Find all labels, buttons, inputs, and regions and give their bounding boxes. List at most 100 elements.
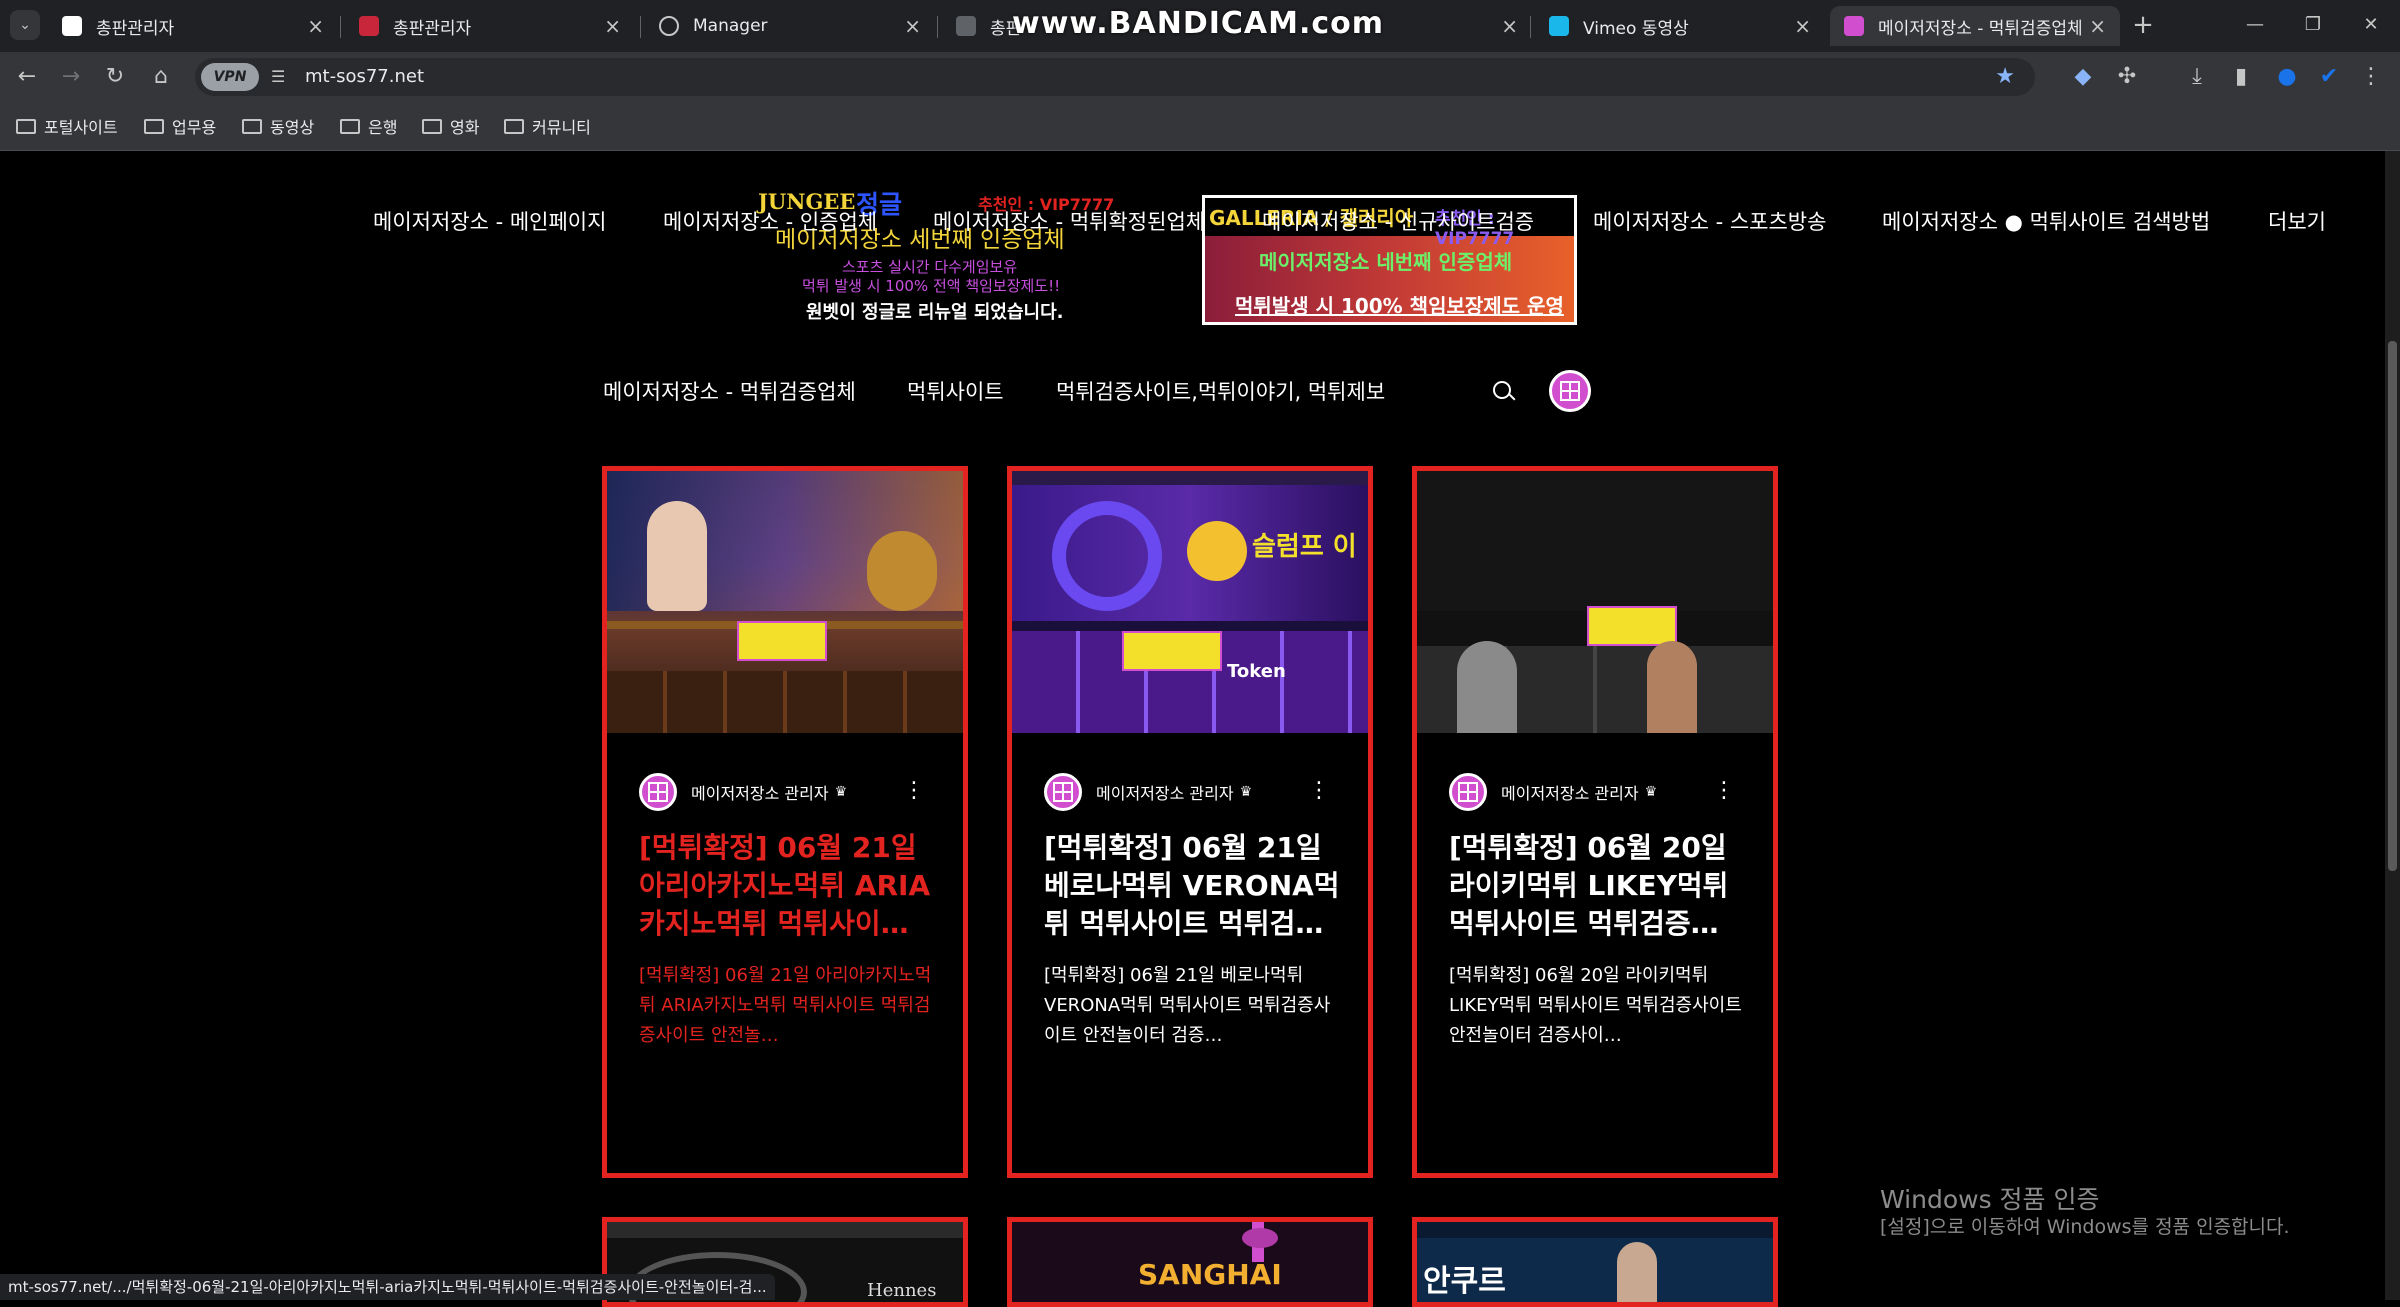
vpn-badge[interactable]: VPN	[201, 63, 259, 91]
menu-new-site-check[interactable]: 메이저저장소 - 신규사이트검증	[1262, 206, 1534, 236]
window-close-button[interactable]: ✕	[2356, 10, 2386, 40]
windows-activation-hint: [설정]으로 이동하여 Windows를 정품 인증합니다.	[1880, 1216, 2290, 1238]
more-options-icon[interactable]: ⋮	[1713, 778, 1735, 803]
menu-certified[interactable]: 메이저저장소 - 인증업체	[663, 206, 877, 236]
ad-line: 원벳이 정글로 리뉴얼 되었습니다.	[806, 302, 1064, 323]
close-icon[interactable]: ×	[604, 14, 621, 38]
bookmark-folder[interactable]: 커뮤니티	[504, 114, 591, 138]
post-card[interactable]: 안쿠르	[1412, 1217, 1778, 1307]
tab-favicon	[1844, 16, 1864, 36]
folder-icon	[422, 118, 442, 134]
recording-watermark: www.BANDICAM.com	[1012, 6, 1385, 41]
site-logo-avatar[interactable]	[1549, 370, 1591, 412]
bookmark-folder[interactable]: 은행	[340, 114, 397, 138]
thumb-text: 슬럼프 이	[1252, 532, 1357, 562]
profile-icon[interactable]: ●	[2272, 62, 2302, 92]
menu-main-page[interactable]: 메이저저장소 - 메인페이지	[373, 206, 606, 236]
tab-2[interactable]: 총판관리자 ×	[345, 6, 635, 46]
ad-line: 먹튀발생 시 100% 책임보장제도 운영	[1235, 294, 1564, 318]
tab-label: 메이저저장소 - 먹튀검증업체,	[1878, 18, 2082, 39]
bookmark-folder[interactable]: 업무용	[144, 114, 216, 138]
menu-more[interactable]: 더보기	[2268, 206, 2326, 236]
new-tab-button[interactable]: +	[2128, 10, 2158, 40]
tab-vimeo[interactable]: Vimeo 동영상 ×	[1535, 6, 1825, 46]
search-icon[interactable]	[1493, 381, 1511, 399]
post-title[interactable]: [먹튀확정] 06월 21일 베로나먹튀 VERONA먹튀 먹튀사이트 먹튀검…	[1044, 829, 1344, 943]
bookmark-label: 동영상	[270, 118, 315, 137]
menu-scam-confirmed[interactable]: 메이저저장소 - 먹튀확정된업체	[933, 206, 1205, 236]
bookmark-label: 커뮤니티	[532, 118, 591, 137]
close-icon[interactable]: ×	[904, 14, 921, 38]
folder-icon	[340, 118, 360, 134]
reload-icon[interactable]: ↻	[100, 62, 130, 92]
post-author[interactable]: 메이저저장소 관리자 ♛	[1044, 773, 1252, 811]
post-card[interactable]: 메이저저장소 관리자 ♛ ⋮ [먹튀확정] 06월 21일 아리아카지노먹튀 A…	[602, 466, 968, 1178]
submenu-stories[interactable]: 먹튀검증사이트,먹튀이야기, 먹튀제보	[1056, 376, 1385, 406]
tab-label: 총판관리자	[96, 18, 175, 39]
post-title[interactable]: [먹튀확정] 06월 21일 아리아카지노먹튀 ARIA카지노먹튀 먹튀사이…	[639, 829, 939, 943]
side-panel-icon[interactable]: ▮	[2226, 62, 2256, 92]
bookmark-star-icon[interactable]: ★	[1995, 64, 2015, 89]
restore-button[interactable]: ❐	[2298, 10, 2328, 40]
menu-search-method[interactable]: 메이저저장소 ● 먹튀사이트 검색방법	[1882, 206, 2210, 236]
tab-3[interactable]: Manager ×	[645, 6, 935, 46]
download-icon[interactable]: ⤓	[2182, 62, 2212, 92]
post-thumbnail[interactable]	[607, 471, 963, 733]
bookmarks-bar: 포털사이트 업무용 동영상 은행 영화 커뮤니티	[0, 102, 2400, 151]
extension-shield-icon[interactable]: ◆	[2068, 62, 2098, 92]
ad-line: 스포츠 실시간 다수게임보유	[842, 258, 1018, 276]
close-icon[interactable]: ×	[1501, 14, 1518, 38]
tab-separator	[1530, 16, 1531, 38]
tab-separator	[640, 16, 641, 38]
post-author[interactable]: 메이저저장소 관리자 ♛	[1449, 773, 1657, 811]
tab-favicon	[956, 16, 976, 36]
bookmark-label: 업무용	[172, 118, 217, 137]
tab-favicon	[62, 16, 82, 36]
page-scrollbar[interactable]	[2385, 151, 2400, 1300]
close-icon[interactable]: ×	[307, 14, 324, 38]
extensions-puzzle-icon[interactable]: ✣	[2112, 62, 2142, 92]
tab-active[interactable]: 메이저저장소 - 먹튀검증업체, ×	[1830, 6, 2120, 46]
tab-bar: ⌄ 총판관리자 × 총판관리자 × Manager × 총판 × Vimeo 동…	[0, 0, 2400, 52]
url-text[interactable]: mt-sos77.net	[305, 66, 424, 87]
folder-icon	[504, 118, 524, 134]
tab-separator	[340, 16, 341, 38]
home-icon[interactable]: ⌂	[146, 62, 176, 92]
menu-kebab-icon[interactable]: ⋮	[2356, 62, 2386, 92]
tab-search-button[interactable]: ⌄	[10, 10, 40, 40]
more-options-icon[interactable]: ⋮	[903, 778, 925, 803]
post-excerpt[interactable]: [먹튀확정] 06월 21일 베로나먹튀 VERONA먹튀 먹튀사이트 먹튀검증…	[1044, 961, 1344, 1051]
verified-check-icon[interactable]: ✔	[2314, 62, 2344, 92]
close-icon[interactable]: ×	[2089, 14, 2106, 38]
author-name: 메이저저장소 관리자	[691, 784, 829, 803]
bookmark-folder[interactable]: 영화	[422, 114, 479, 138]
crown-icon: ♛	[1644, 784, 1658, 800]
post-card[interactable]: 메이저저장소 관리자 ♛ ⋮ [먹튀확정] 06월 20일 라이키먹튀 LIKE…	[1412, 466, 1778, 1178]
status-url: mt-sos77.net/.../먹튀확정-06월-21일-아리아카지노먹튀-a…	[0, 1274, 775, 1300]
submenu-verification[interactable]: 메이저저장소 - 먹튀검증업체	[603, 376, 856, 406]
close-icon[interactable]: ×	[1794, 14, 1811, 38]
author-name: 메이저저장소 관리자	[1501, 784, 1639, 803]
post-thumbnail[interactable]: 슬럼프 이 Token	[1012, 471, 1368, 733]
back-icon[interactable]: ←	[12, 62, 42, 92]
minimize-button[interactable]: —	[2240, 10, 2270, 40]
more-options-icon[interactable]: ⋮	[1308, 778, 1330, 803]
tab-1[interactable]: 총판관리자 ×	[48, 6, 338, 46]
post-card[interactable]: SANGHAI	[1007, 1217, 1373, 1307]
bookmark-label: 은행	[368, 118, 398, 137]
post-excerpt[interactable]: [먹튀확정] 06월 20일 라이키먹튀 LIKEY먹튀 먹튀사이트 먹튀검증사…	[1449, 961, 1749, 1051]
post-excerpt[interactable]: [먹튀확정] 06월 21일 아리아카지노먹튀 ARIA카지노먹튀 먹튀사이트 …	[639, 961, 939, 1051]
folder-icon	[242, 118, 262, 134]
site-info-icon[interactable]: ☰	[271, 67, 291, 87]
post-card[interactable]: 슬럼프 이 Token 메이저저장소 관리자 ♛ ⋮ [먹튀확정] 06월 21…	[1007, 466, 1373, 1178]
submenu-scam-sites[interactable]: 먹튀사이트	[907, 376, 1004, 406]
address-bar[interactable]: VPN ☰ mt-sos77.net ★	[195, 58, 2035, 96]
bookmark-folder[interactable]: 포털사이트	[16, 114, 118, 138]
post-author[interactable]: 메이저저장소 관리자 ♛	[639, 773, 847, 811]
forward-icon[interactable]: →	[56, 62, 86, 92]
post-title[interactable]: [먹튀확정] 06월 20일 라이키먹튀 LIKEY먹튀 먹튀사이트 먹튀검증…	[1449, 829, 1749, 943]
menu-sports-broadcast[interactable]: 메이저저장소 - 스포츠방송	[1593, 206, 1826, 236]
post-thumbnail[interactable]	[1417, 471, 1773, 733]
bookmark-folder[interactable]: 동영상	[242, 114, 314, 138]
scrollbar-thumb[interactable]	[2388, 341, 2397, 871]
